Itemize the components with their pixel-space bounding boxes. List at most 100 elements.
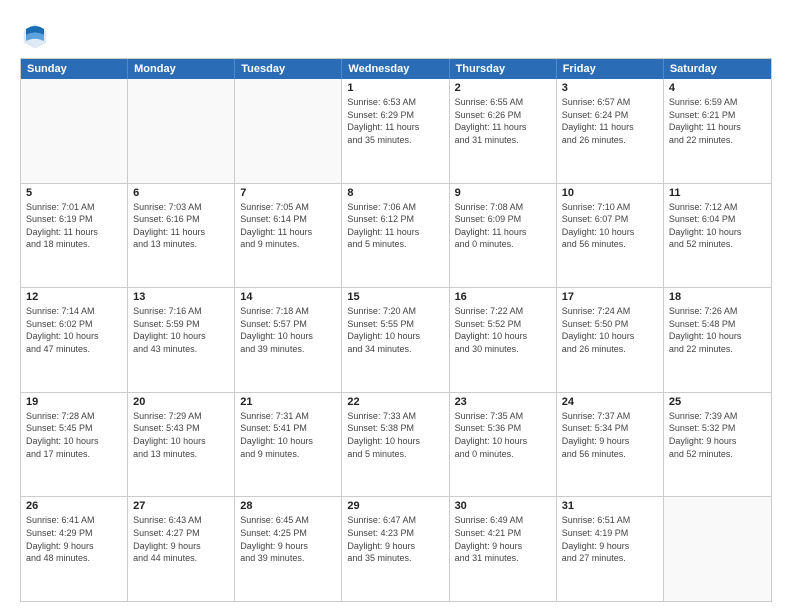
- calendar-row-4: 19Sunrise: 7:28 AMSunset: 5:45 PMDayligh…: [21, 392, 771, 497]
- day-cell-27: 27 Sunrise: 6:43 AMSunset: 4:27 PMDayligh…: [128, 497, 235, 601]
- day-info: Sunrise: 7:10 AMSunset: 6:07 PMDaylight:…: [562, 201, 658, 251]
- day-number: 18: [669, 291, 766, 303]
- day-number: 25: [669, 396, 766, 408]
- day-number: 9: [455, 187, 551, 199]
- calendar-header: SundayMondayTuesdayWednesdayThursdayFrid…: [21, 59, 771, 79]
- day-number: 27: [133, 500, 229, 512]
- day-cell-11: 11 Sunrise: 7:12 AMSunset: 6:04 PMDayligh…: [664, 184, 771, 288]
- day-info: Sunrise: 7:37 AMSunset: 5:34 PMDaylight:…: [562, 410, 658, 460]
- day-cell-12: 12 Sunrise: 7:14 AMSunset: 6:02 PMDayligh…: [21, 288, 128, 392]
- day-number: 2: [455, 82, 551, 94]
- day-number: 30: [455, 500, 551, 512]
- day-cell-26: 26 Sunrise: 6:41 AMSunset: 4:29 PMDayligh…: [21, 497, 128, 601]
- day-info: Sunrise: 7:12 AMSunset: 6:04 PMDaylight:…: [669, 201, 766, 251]
- day-info: Sunrise: 7:14 AMSunset: 6:02 PMDaylight:…: [26, 305, 122, 355]
- weekday-header-wednesday: Wednesday: [342, 59, 449, 79]
- day-info: Sunrise: 7:29 AMSunset: 5:43 PMDaylight:…: [133, 410, 229, 460]
- day-number: 20: [133, 396, 229, 408]
- weekday-header-sunday: Sunday: [21, 59, 128, 79]
- day-number: 1: [347, 82, 443, 94]
- day-number: 23: [455, 396, 551, 408]
- day-cell-24: 24 Sunrise: 7:37 AMSunset: 5:34 PMDayligh…: [557, 393, 664, 497]
- day-cell-4: 4Sunrise: 6:59 AMSunset: 6:21 PMDaylight…: [664, 79, 771, 183]
- day-cell-18: 18 Sunrise: 7:26 AMSunset: 5:48 PMDayligh…: [664, 288, 771, 392]
- calendar-body: 1 Sunrise: 6:53 AMSunset: 6:29 PMDaylight…: [21, 79, 771, 601]
- day-info: Sunrise: 6:55 AMSunset: 6:26 PMDaylight:…: [455, 96, 551, 146]
- logo-icon: [20, 20, 50, 50]
- day-number: 31: [562, 500, 658, 512]
- day-cell-2: 2 Sunrise: 6:55 AMSunset: 6:26 PMDaylight…: [450, 79, 557, 183]
- calendar-row-3: 12 Sunrise: 7:14 AMSunset: 6:02 PMDayligh…: [21, 287, 771, 392]
- day-info: Sunrise: 6:49 AMSunset: 4:21 PMDaylight:…: [455, 514, 551, 564]
- day-info: Sunrise: 6:57 AMSunset: 6:24 PMDaylight:…: [562, 96, 658, 146]
- day-info: Sunrise: 7:03 AMSunset: 6:16 PMDaylight:…: [133, 201, 229, 251]
- day-number: 15: [347, 291, 443, 303]
- day-cell-8: 8 Sunrise: 7:06 AMSunset: 6:12 PMDaylight…: [342, 184, 449, 288]
- day-number: 29: [347, 500, 443, 512]
- day-info: Sunrise: 6:53 AMSunset: 6:29 PMDaylight:…: [347, 96, 443, 146]
- day-number: 10: [562, 187, 658, 199]
- day-info: Sunrise: 6:43 AMSunset: 4:27 PMDaylight:…: [133, 514, 229, 564]
- day-info: Sunrise: 7:35 AMSunset: 5:36 PMDaylight:…: [455, 410, 551, 460]
- day-number: 28: [240, 500, 336, 512]
- day-cell-21: 21 Sunrise: 7:31 AMSunset: 5:41 PMDayligh…: [235, 393, 342, 497]
- day-cell-22: 22Sunrise: 7:33 AMSunset: 5:38 PMDayligh…: [342, 393, 449, 497]
- calendar-row-1: 1 Sunrise: 6:53 AMSunset: 6:29 PMDaylight…: [21, 79, 771, 183]
- weekday-header-tuesday: Tuesday: [235, 59, 342, 79]
- day-number: 24: [562, 396, 658, 408]
- day-cell-14: 14 Sunrise: 7:18 AMSunset: 5:57 PMDayligh…: [235, 288, 342, 392]
- day-number: 3: [562, 82, 658, 94]
- day-info: Sunrise: 7:22 AMSunset: 5:52 PMDaylight:…: [455, 305, 551, 355]
- day-cell-17: 17 Sunrise: 7:24 AMSunset: 5:50 PMDayligh…: [557, 288, 664, 392]
- empty-cell-0-2: [235, 79, 342, 183]
- day-number: 21: [240, 396, 336, 408]
- day-cell-10: 10 Sunrise: 7:10 AMSunset: 6:07 PMDayligh…: [557, 184, 664, 288]
- day-cell-25: 25Sunrise: 7:39 AMSunset: 5:32 PMDayligh…: [664, 393, 771, 497]
- day-info: Sunrise: 7:16 AMSunset: 5:59 PMDaylight:…: [133, 305, 229, 355]
- logo: [20, 20, 54, 50]
- day-info: Sunrise: 7:26 AMSunset: 5:48 PMDaylight:…: [669, 305, 766, 355]
- day-info: Sunrise: 7:08 AMSunset: 6:09 PMDaylight:…: [455, 201, 551, 251]
- day-info: Sunrise: 7:31 AMSunset: 5:41 PMDaylight:…: [240, 410, 336, 460]
- day-number: 12: [26, 291, 122, 303]
- weekday-header-monday: Monday: [128, 59, 235, 79]
- day-cell-1: 1 Sunrise: 6:53 AMSunset: 6:29 PMDaylight…: [342, 79, 449, 183]
- day-number: 8: [347, 187, 443, 199]
- calendar: SundayMondayTuesdayWednesdayThursdayFrid…: [20, 58, 772, 602]
- day-info: Sunrise: 6:51 AMSunset: 4:19 PMDaylight:…: [562, 514, 658, 564]
- weekday-header-thursday: Thursday: [450, 59, 557, 79]
- day-number: 13: [133, 291, 229, 303]
- day-cell-7: 7 Sunrise: 7:05 AMSunset: 6:14 PMDaylight…: [235, 184, 342, 288]
- day-number: 19: [26, 396, 122, 408]
- day-info: Sunrise: 7:18 AMSunset: 5:57 PMDaylight:…: [240, 305, 336, 355]
- day-info: Sunrise: 7:05 AMSunset: 6:14 PMDaylight:…: [240, 201, 336, 251]
- day-cell-29: 29 Sunrise: 6:47 AMSunset: 4:23 PMDayligh…: [342, 497, 449, 601]
- day-info: Sunrise: 6:41 AMSunset: 4:29 PMDaylight:…: [26, 514, 122, 564]
- day-info: Sunrise: 7:24 AMSunset: 5:50 PMDaylight:…: [562, 305, 658, 355]
- day-number: 26: [26, 500, 122, 512]
- day-number: 14: [240, 291, 336, 303]
- weekday-header-saturday: Saturday: [664, 59, 771, 79]
- day-info: Sunrise: 6:47 AMSunset: 4:23 PMDaylight:…: [347, 514, 443, 564]
- day-cell-13: 13 Sunrise: 7:16 AMSunset: 5:59 PMDayligh…: [128, 288, 235, 392]
- day-cell-3: 3 Sunrise: 6:57 AMSunset: 6:24 PMDaylight…: [557, 79, 664, 183]
- day-cell-30: 30 Sunrise: 6:49 AMSunset: 4:21 PMDayligh…: [450, 497, 557, 601]
- day-cell-28: 28Sunrise: 6:45 AMSunset: 4:25 PMDayligh…: [235, 497, 342, 601]
- empty-cell-0-1: [128, 79, 235, 183]
- weekday-header-friday: Friday: [557, 59, 664, 79]
- day-number: 11: [669, 187, 766, 199]
- day-cell-19: 19Sunrise: 7:28 AMSunset: 5:45 PMDayligh…: [21, 393, 128, 497]
- day-number: 5: [26, 187, 122, 199]
- day-number: 7: [240, 187, 336, 199]
- day-info: Sunrise: 7:01 AMSunset: 6:19 PMDaylight:…: [26, 201, 122, 251]
- day-cell-6: 6Sunrise: 7:03 AMSunset: 6:16 PMDaylight…: [128, 184, 235, 288]
- day-number: 16: [455, 291, 551, 303]
- day-number: 22: [347, 396, 443, 408]
- day-cell-20: 20 Sunrise: 7:29 AMSunset: 5:43 PMDayligh…: [128, 393, 235, 497]
- day-info: Sunrise: 7:06 AMSunset: 6:12 PMDaylight:…: [347, 201, 443, 251]
- header: [20, 16, 772, 50]
- empty-cell-0-0: [21, 79, 128, 183]
- day-cell-15: 15Sunrise: 7:20 AMSunset: 5:55 PMDayligh…: [342, 288, 449, 392]
- day-cell-9: 9 Sunrise: 7:08 AMSunset: 6:09 PMDaylight…: [450, 184, 557, 288]
- day-number: 17: [562, 291, 658, 303]
